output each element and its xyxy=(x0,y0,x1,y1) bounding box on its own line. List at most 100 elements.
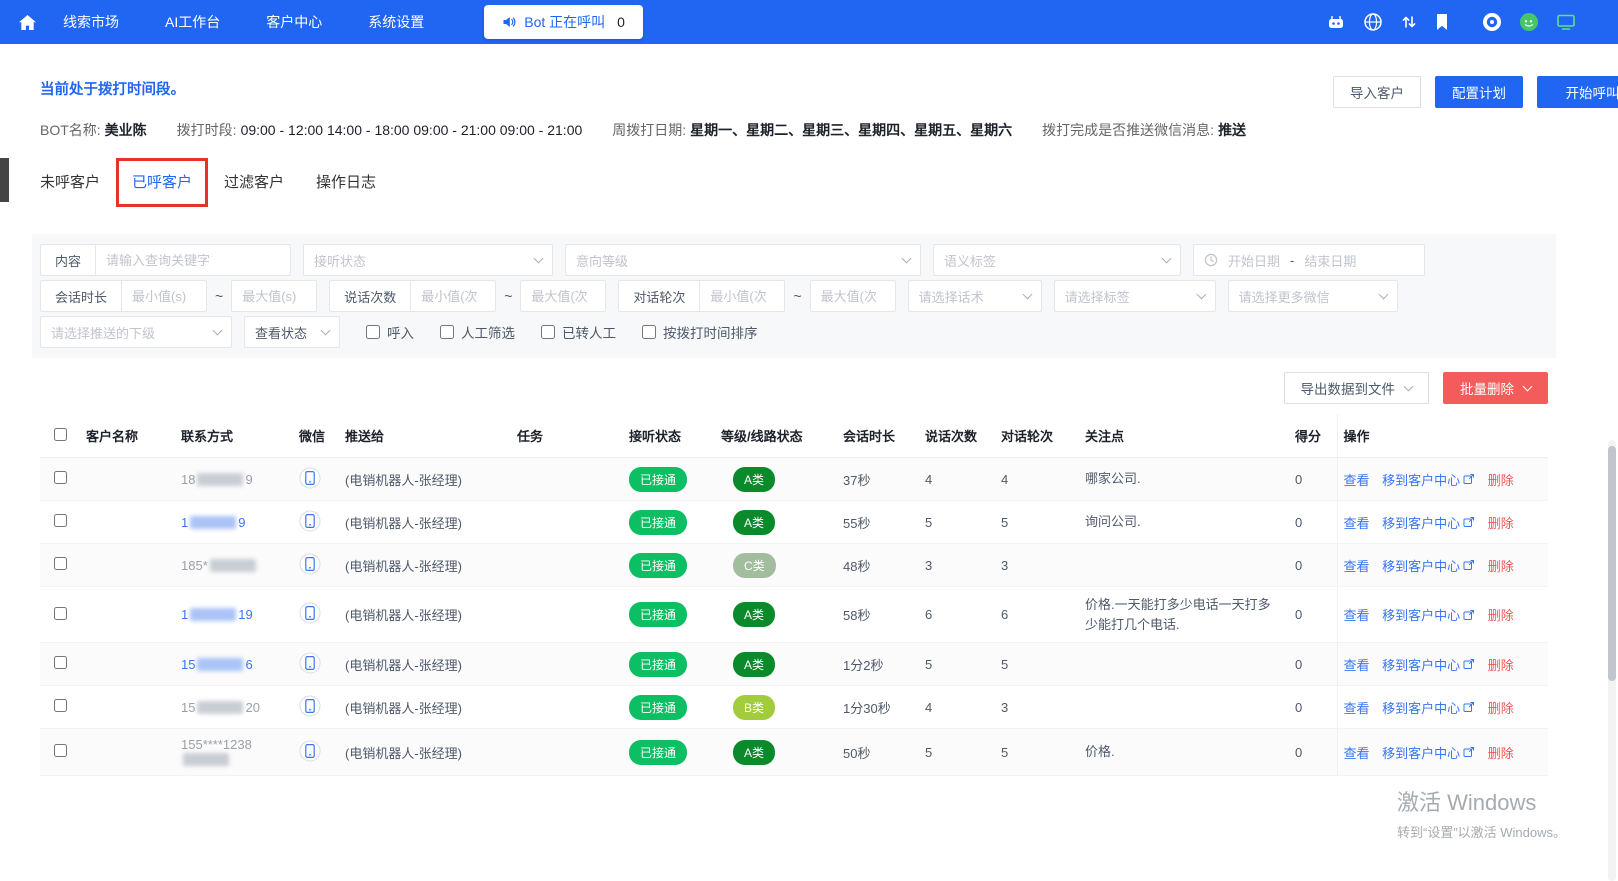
row-checkbox[interactable] xyxy=(53,557,67,570)
batch-delete-button[interactable]: 批量删除 xyxy=(1443,372,1548,404)
chevron-down-icon xyxy=(901,253,912,264)
level-badge: A类 xyxy=(733,739,776,765)
delete-link[interactable]: 删除 xyxy=(1488,743,1514,762)
view-status-select[interactable]: 查看状态 xyxy=(244,316,340,348)
task-cell xyxy=(511,642,623,686)
move-to-customer-center-link[interactable]: 移到客户中心 xyxy=(1382,513,1475,532)
tag-select[interactable]: 请选择标签 xyxy=(1053,280,1216,312)
tab-called-customers[interactable]: 已呼客户 xyxy=(116,157,209,207)
transferred-checkbox[interactable] xyxy=(541,325,555,339)
view-link[interactable]: 查看 xyxy=(1344,698,1370,717)
column-header-score: 得分 xyxy=(1289,414,1337,458)
wechat-status-icon[interactable] xyxy=(1519,12,1539,32)
answer-status-select[interactable]: 接听状态 xyxy=(303,244,554,276)
delete-link[interactable]: 删除 xyxy=(1488,698,1514,717)
rounds-min-input[interactable] xyxy=(699,280,786,312)
import-customers-button[interactable]: 导入客户 xyxy=(1333,76,1421,108)
globe-icon[interactable] xyxy=(1363,12,1383,32)
view-link[interactable]: 查看 xyxy=(1344,605,1370,624)
configure-plan-button[interactable]: 配置计划 xyxy=(1435,76,1523,108)
checkbox-sort-by-dial-time[interactable]: 按拨打时间排序 xyxy=(642,322,758,342)
row-checkbox[interactable] xyxy=(53,606,67,620)
home-icon[interactable] xyxy=(18,14,37,31)
inbound-checkbox[interactable] xyxy=(366,325,380,339)
delete-link[interactable]: 删除 xyxy=(1488,605,1514,624)
row-checkbox[interactable] xyxy=(53,471,67,484)
checkbox-transferred[interactable]: 已转人工 xyxy=(541,322,616,342)
left-edge-panel[interactable] xyxy=(0,158,9,202)
bookmark-icon[interactable] xyxy=(1435,13,1449,31)
delete-link[interactable]: 删除 xyxy=(1488,513,1514,532)
task-cell xyxy=(511,728,623,776)
tab-operation-logs[interactable]: 操作日志 xyxy=(316,171,376,192)
session-max-input[interactable] xyxy=(231,280,318,312)
nav-item-ai-workbench[interactable]: AI工作台 xyxy=(165,12,220,32)
delete-link[interactable]: 删除 xyxy=(1488,655,1514,674)
view-link[interactable]: 查看 xyxy=(1344,513,1370,532)
sort-by-dial-time-checkbox[interactable] xyxy=(642,325,656,339)
chevron-down-icon xyxy=(1196,289,1207,300)
table-scrollbar-thumb[interactable] xyxy=(1608,446,1616,681)
robot-icon[interactable] xyxy=(1326,13,1346,31)
push-subordinate-select[interactable]: 请选择推送的下级 xyxy=(40,316,232,348)
score-cell: 0 xyxy=(1289,543,1337,587)
checkbox-inbound[interactable]: 呼入 xyxy=(366,322,414,342)
more-wechat-select[interactable]: 请选择更多微信 xyxy=(1227,280,1398,312)
move-to-customer-center-link[interactable]: 移到客户中心 xyxy=(1382,743,1475,762)
script-select[interactable]: 请选择话术 xyxy=(907,280,1042,312)
semantic-tag-select[interactable]: 语义标签 xyxy=(933,244,1182,276)
monitor-icon[interactable] xyxy=(1556,13,1576,31)
row-checkbox[interactable] xyxy=(53,744,67,757)
delete-link[interactable]: 删除 xyxy=(1488,556,1514,575)
keyword-input[interactable] xyxy=(95,244,292,276)
wechat-icon[interactable] xyxy=(299,510,321,532)
blurred-phone-segment xyxy=(183,753,229,766)
move-to-customer-center-link[interactable]: 移到客户中心 xyxy=(1382,655,1475,674)
row-checkbox[interactable] xyxy=(53,656,67,669)
view-link[interactable]: 查看 xyxy=(1344,556,1370,575)
transfer-arrows-icon[interactable] xyxy=(1400,13,1418,31)
header-action-buttons: 导入客户 配置计划 开始呼叫 xyxy=(1333,76,1618,108)
phone-cell: 19 xyxy=(175,500,293,544)
date-range-picker[interactable]: 开始日期 - 结束日期 xyxy=(1193,244,1426,276)
nav-item-customer-center[interactable]: 客户中心 xyxy=(266,12,322,32)
speak-max-input[interactable] xyxy=(520,280,607,312)
view-link[interactable]: 查看 xyxy=(1344,743,1370,762)
move-to-customer-center-link[interactable]: 移到客户中心 xyxy=(1382,605,1475,624)
row-checkbox[interactable] xyxy=(53,699,67,712)
wechat-icon[interactable] xyxy=(299,695,321,717)
view-link[interactable]: 查看 xyxy=(1344,655,1370,674)
manual-filter-checkbox[interactable] xyxy=(440,325,454,339)
bot-calling-button[interactable]: Bot 正在呼叫 0 xyxy=(484,5,643,39)
nav-item-system-settings[interactable]: 系统设置 xyxy=(368,12,424,32)
wechat-icon[interactable] xyxy=(299,467,321,489)
speak-min-input[interactable] xyxy=(410,280,497,312)
view-link[interactable]: 查看 xyxy=(1344,470,1370,489)
bot-calling-count: 0 xyxy=(617,14,625,30)
nav-item-lead-market[interactable]: 线索市场 xyxy=(63,12,119,32)
checkbox-manual-filter[interactable]: 人工筛选 xyxy=(440,322,515,342)
move-to-customer-center-link[interactable]: 移到客户中心 xyxy=(1382,470,1475,489)
score-cell: 0 xyxy=(1289,685,1337,729)
start-call-button[interactable]: 开始呼叫 xyxy=(1537,76,1618,108)
duration-cell: 37秒 xyxy=(837,457,919,501)
row-checkbox[interactable] xyxy=(53,514,67,527)
move-to-customer-center-link[interactable]: 移到客户中心 xyxy=(1382,698,1475,717)
compass-icon[interactable] xyxy=(1482,12,1502,32)
tab-filtered-customers[interactable]: 过滤客户 xyxy=(224,171,284,192)
wechat-icon[interactable] xyxy=(299,652,321,674)
select-all-checkbox[interactable] xyxy=(53,427,67,441)
tab-uncalled-customers[interactable]: 未呼客户 xyxy=(40,171,100,192)
session-min-input[interactable] xyxy=(121,280,208,312)
wechat-icon[interactable] xyxy=(299,602,321,624)
table-row: 185* (电销机器人-张经理) 已接通 C类 48秒 3 3 0 查看 移到客… xyxy=(40,543,1548,587)
move-to-customer-center-link[interactable]: 移到客户中心 xyxy=(1382,556,1475,575)
rounds-max-input[interactable] xyxy=(809,280,896,312)
wechat-icon[interactable] xyxy=(299,740,321,762)
called-customers-table: 客户名称 联系方式 微信 推送给 任务 接听状态 等级/线路状态 会话时长 说话… xyxy=(40,414,1548,776)
export-data-button[interactable]: 导出数据到文件 xyxy=(1283,372,1429,404)
wechat-icon[interactable] xyxy=(299,553,321,575)
intent-level-select[interactable]: 意向等级 xyxy=(565,244,922,276)
delete-link[interactable]: 删除 xyxy=(1488,470,1514,489)
top-navbar: 线索市场 AI工作台 客户中心 系统设置 Bot 正在呼叫 0 xyxy=(0,0,1618,44)
